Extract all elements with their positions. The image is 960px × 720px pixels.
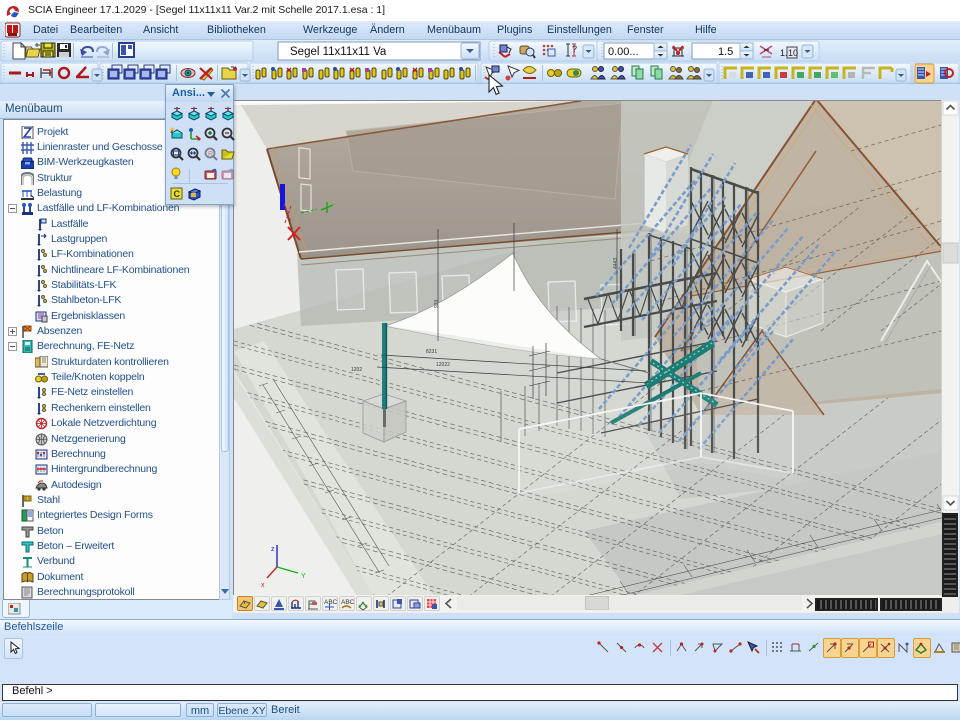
svg-text:1.: 1. xyxy=(780,48,788,58)
svg-text:R: R xyxy=(208,151,213,158)
svg-text:Segel 11x11x11 Va: Segel 11x11x11 Va xyxy=(290,46,387,58)
svg-text:Y: Y xyxy=(301,573,306,580)
svg-text:12022: 12022 xyxy=(436,362,450,368)
svg-text:10: 10 xyxy=(788,48,798,58)
svg-text:1.5: 1.5 xyxy=(718,46,733,58)
svg-text:ABC: ABC xyxy=(341,599,354,606)
svg-text:z: z xyxy=(271,546,275,553)
svg-text:920: 920 xyxy=(434,299,440,308)
svg-text:x: x xyxy=(261,582,265,589)
svg-text:8231: 8231 xyxy=(426,349,437,355)
svg-text:ABC: ABC xyxy=(324,599,337,606)
svg-text:4443: 4443 xyxy=(613,258,619,269)
svg-text:C: C xyxy=(174,189,181,199)
svg-text:0.00...: 0.00... xyxy=(608,46,639,58)
svg-text:1202: 1202 xyxy=(351,367,362,373)
svg-text:?: ? xyxy=(572,44,577,54)
